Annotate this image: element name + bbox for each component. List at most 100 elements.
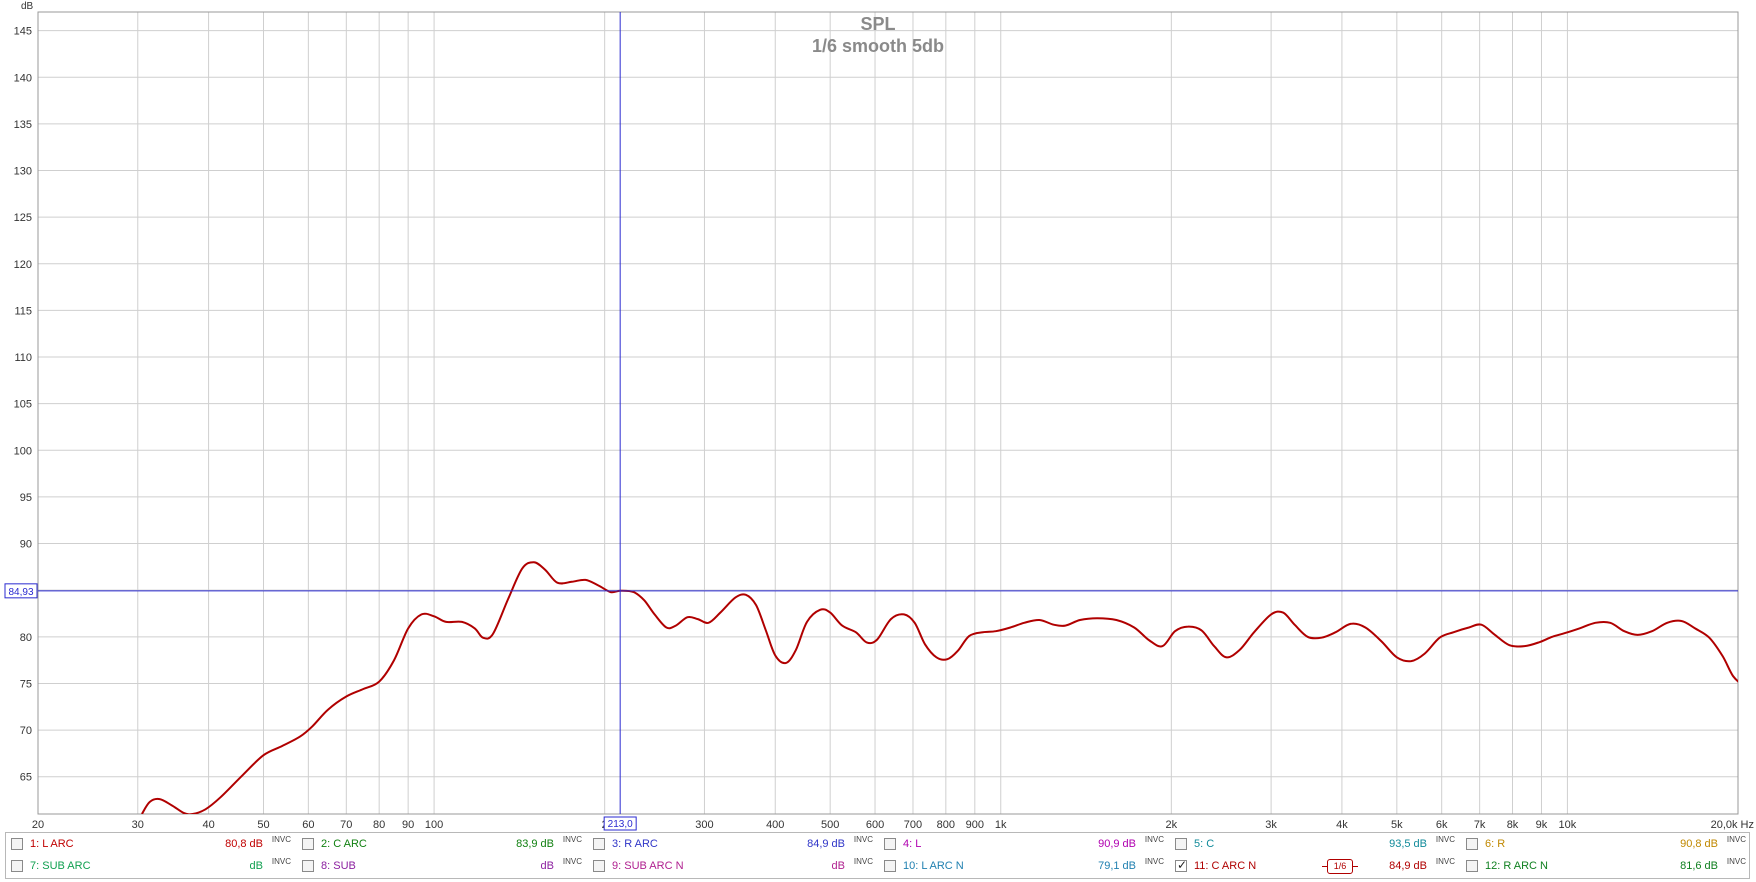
x-tick-label: 5k <box>1391 819 1403 831</box>
y-tick-label: 95 <box>20 492 32 504</box>
legend-checkbox[interactable] <box>1175 838 1187 850</box>
y-tick-label: 145 <box>14 26 32 38</box>
legend-name: 2: C ARC <box>321 838 367 850</box>
legend-panel: 1: L ARC 80,8 dB INVC 2: C ARC 83,9 dB INVC 3:… <box>5 832 1750 879</box>
legend-checkbox[interactable] <box>11 860 23 872</box>
legend-item[interactable]: 8: SUB dB INVC <box>297 857 587 877</box>
y-tick-label: 80 <box>20 632 32 644</box>
x-tick-label: 6k <box>1436 819 1448 831</box>
legend-inv-flag: INVC <box>271 857 291 866</box>
legend-name: 11: C ARC N <box>1194 860 1257 872</box>
x-tick-label: 8k <box>1507 819 1519 831</box>
legend-checkbox[interactable]: ✓ <box>1175 858 1188 872</box>
chart-title: SPL <box>860 14 895 34</box>
x-tick-label: 700 <box>904 819 922 831</box>
legend-name: 5: C <box>1194 838 1215 850</box>
x-tick-label: 60 <box>302 819 314 831</box>
legend-inv-flag: INVC <box>1435 835 1455 844</box>
x-tick-label: 9k <box>1536 819 1548 831</box>
y-tick-label: 125 <box>14 212 32 224</box>
x-tick-label: 1k <box>995 819 1007 831</box>
y-tick-label: 110 <box>14 352 32 364</box>
legend-checkbox[interactable] <box>884 860 896 872</box>
x-tick-label: 7k <box>1474 819 1486 831</box>
x-tick-label: 70 <box>340 819 352 831</box>
y-tick-label: 140 <box>14 72 32 84</box>
legend-inv-flag: INVC <box>1435 857 1455 866</box>
x-tick-label: 400 <box>766 819 784 831</box>
y-axis: 1451401351301251201151101051009590858075… <box>14 26 32 784</box>
x-tick-label: 3k <box>1265 819 1277 831</box>
y-tick-label: 105 <box>14 399 32 411</box>
y-tick-label: 100 <box>14 445 32 457</box>
legend-inv-flag: INVC <box>562 857 582 866</box>
x-tick-label: 4k <box>1336 819 1348 831</box>
legend-name: 3: R ARC <box>612 838 658 850</box>
legend-checkbox[interactable] <box>1466 838 1478 850</box>
legend-item[interactable]: 6: R 90,8 dB INVC <box>1461 835 1751 855</box>
legend-value: dB <box>249 860 263 872</box>
legend-checkbox[interactable] <box>593 838 605 850</box>
y-tick-label: 70 <box>20 725 32 737</box>
x-tick-label: 90 <box>402 819 414 831</box>
x-tick-label: 20,0k Hz <box>1711 819 1754 831</box>
legend-inv-flag: INVC <box>853 857 873 866</box>
legend-checkbox[interactable] <box>11 838 23 850</box>
y-tick-label: 90 <box>20 539 32 551</box>
legend-name: 7: SUB ARC <box>30 860 91 872</box>
legend-name: 9: SUB ARC N <box>612 860 684 872</box>
chart-subtitle: 1/6 smooth 5db <box>812 36 944 56</box>
checkmark-icon: ✓ <box>1177 858 1188 872</box>
legend-item[interactable]: 4: L 90,9 dB INVC <box>879 835 1169 855</box>
y-tick-label: 135 <box>14 119 32 131</box>
legend-value: dB <box>831 860 845 872</box>
cursor-y-readout: 84,93 <box>8 587 33 598</box>
legend-item[interactable]: 12: R ARC N 81,6 dB INVC <box>1461 857 1751 877</box>
legend-inv-flag: INVC <box>1726 835 1746 844</box>
legend-inv-flag: INVC <box>853 835 873 844</box>
y-tick-label: 130 <box>14 166 32 178</box>
legend-checkbox[interactable] <box>302 838 314 850</box>
legend-item[interactable]: 2: C ARC 83,9 dB INVC <box>297 835 587 855</box>
legend-inv-flag: INVC <box>271 835 291 844</box>
legend-item[interactable]: 1: L ARC 80,8 dB INVC <box>6 835 296 855</box>
x-tick-label: 800 <box>937 819 955 831</box>
legend-item[interactable]: 9: SUB ARC N dB INVC <box>588 857 878 877</box>
smoothing-badge[interactable]: 1/6 <box>1322 859 1358 874</box>
x-tick-label: 300 <box>695 819 713 831</box>
legend-item[interactable]: 7: SUB ARC dB INVC <box>6 857 296 877</box>
x-tick-label: 500 <box>821 819 839 831</box>
y-tick-label: 120 <box>14 259 32 271</box>
legend-item[interactable]: 3: R ARC 84,9 dB INVC <box>588 835 878 855</box>
y-tick-label: 115 <box>14 305 32 317</box>
x-tick-label: 30 <box>132 819 144 831</box>
legend-checkbox[interactable] <box>1466 860 1478 872</box>
legend-inv-flag: INVC <box>1726 857 1746 866</box>
legend-item[interactable]: ✓ 11: C ARC N 1/6 84,9 dB INVC <box>1170 857 1460 877</box>
cursor-x-readout: 213,0 <box>608 819 633 830</box>
spl-chart[interactable]: 1451401351301251201151101051009590858075… <box>0 0 1756 832</box>
legend-value: 84,9 dB <box>1389 860 1427 872</box>
x-axis: 2030405060708090100230040050060070080090… <box>32 819 1754 831</box>
cursor[interactable]: 84,93 213,0 <box>4 12 1738 831</box>
legend-name: 4: L <box>903 838 922 850</box>
y-tick-label: 65 <box>20 772 32 784</box>
x-tick-label: 40 <box>202 819 214 831</box>
legend-value: 93,5 dB <box>1389 838 1427 850</box>
x-tick-label: 900 <box>966 819 984 831</box>
legend-checkbox[interactable] <box>302 860 314 872</box>
legend-value: 90,9 dB <box>1098 838 1136 850</box>
legend-item[interactable]: 10: L ARC N 79,1 dB INVC <box>879 857 1169 877</box>
legend-value: 83,9 dB <box>516 838 554 850</box>
legend-inv-flag: INVC <box>1144 857 1164 866</box>
y-tick-label: 75 <box>20 678 32 690</box>
legend-item[interactable]: 5: C 93,5 dB INVC <box>1170 835 1460 855</box>
x-tick-label: 20 <box>32 819 44 831</box>
legend-name: 8: SUB <box>321 860 356 872</box>
legend-checkbox[interactable] <box>884 838 896 850</box>
legend-checkbox[interactable] <box>593 860 605 872</box>
legend-value: 79,1 dB <box>1098 860 1136 872</box>
x-tick-label: 50 <box>257 819 269 831</box>
legend-name: 1: L ARC <box>30 838 74 850</box>
x-tick-label: 100 <box>425 819 443 831</box>
